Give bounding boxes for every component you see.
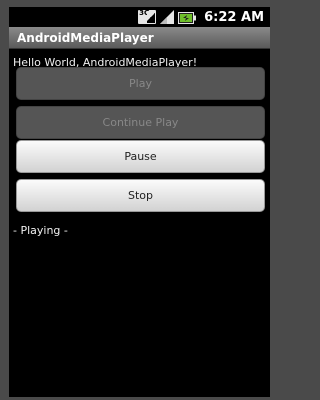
continue-play-button[interactable]: Continue Play <box>16 106 265 139</box>
stop-button[interactable]: Stop <box>16 179 265 212</box>
status-clock: 6:22 AM <box>204 9 264 25</box>
signal-icon <box>160 10 175 24</box>
device-screen: 3G 6:22 AM AndroidMediaPlayer Hello Worl… <box>9 7 270 397</box>
playback-status: - Playing - <box>13 224 68 237</box>
network-3g-icon: 3G <box>138 10 157 24</box>
pause-button[interactable]: Pause <box>16 140 265 173</box>
battery-icon <box>178 10 197 24</box>
status-bar: 3G 6:22 AM <box>9 7 270 27</box>
app-title-bar: AndroidMediaPlayer <box>9 27 270 49</box>
play-button[interactable]: Play <box>16 67 265 100</box>
